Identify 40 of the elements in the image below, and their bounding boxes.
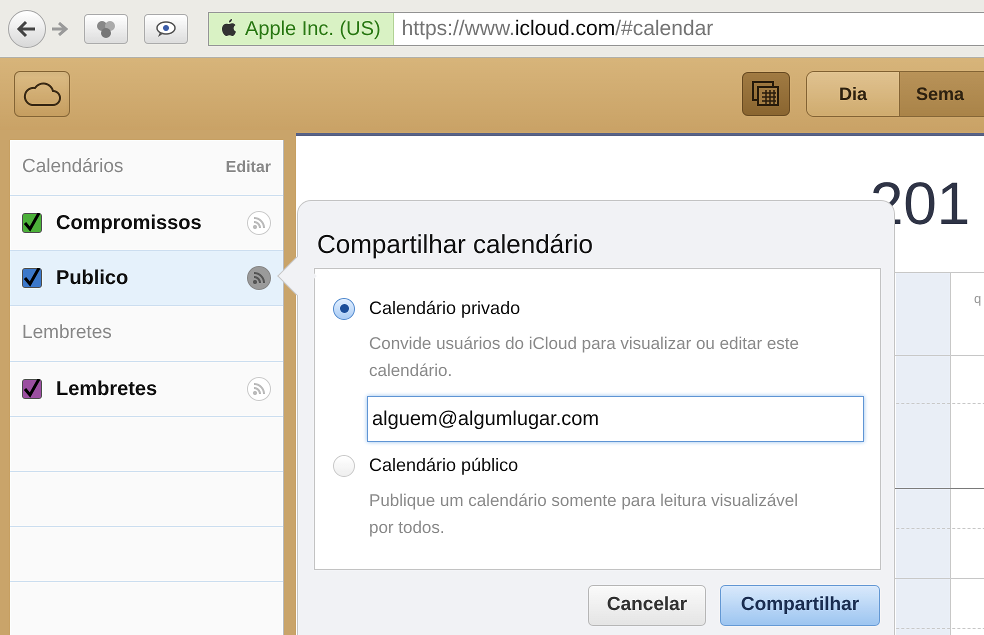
cancel-button[interactable]: Cancelar xyxy=(588,585,706,626)
view-tab[interactable]: Dia xyxy=(807,72,899,116)
icloud-button[interactable] xyxy=(14,71,70,117)
view-tab[interactable]: Sema xyxy=(899,72,984,116)
checkmark-icon xyxy=(23,379,41,399)
calendars-icon xyxy=(752,81,780,107)
share-button[interactable]: Compartilhar xyxy=(720,585,880,626)
speech-bubble-icon xyxy=(155,20,177,38)
section-title: Calendários xyxy=(22,155,124,180)
broadcast-icon xyxy=(252,382,266,396)
back-arrow-icon xyxy=(17,20,37,38)
checkmark-icon xyxy=(23,268,41,288)
checkbox[interactable] xyxy=(22,268,42,288)
popover-title: Compartilhar calendário xyxy=(317,228,594,261)
extensions-button[interactable] xyxy=(84,14,128,44)
checkbox[interactable] xyxy=(22,379,42,399)
calendar-name: Lembretes xyxy=(56,377,158,402)
calendar-name: Publico xyxy=(56,266,130,291)
chat-button[interactable] xyxy=(144,14,188,44)
column-header: q xyxy=(974,290,982,308)
broadcast-icon xyxy=(252,216,266,230)
option-description: Publique um calendário somente para leitura visualizável por todos. xyxy=(369,490,800,539)
option-description: Convide usuários do iCloud para visualizar ou editar este calendário. xyxy=(369,333,800,382)
option-label: Calendário privado xyxy=(369,297,520,320)
cloud-icon xyxy=(23,81,61,107)
section-title: Lembretes xyxy=(22,321,112,346)
share-button[interactable] xyxy=(247,266,271,290)
broadcast-icon xyxy=(252,271,266,285)
calendar-list-button[interactable] xyxy=(742,72,790,116)
circles-icon xyxy=(96,20,116,38)
radio-button[interactable] xyxy=(333,454,355,476)
radio-button[interactable] xyxy=(333,298,355,320)
checkmark-icon xyxy=(23,213,41,233)
email-field[interactable]: alguem@algumlugar.com xyxy=(367,396,864,442)
calendar-name: Compromissos xyxy=(56,211,203,236)
option-label: Calendário público xyxy=(369,454,518,477)
calendar-item[interactable]: Lembretes xyxy=(10,362,283,417)
calendar-item[interactable]: Publico xyxy=(10,251,283,306)
back-button[interactable] xyxy=(8,10,46,48)
checkbox[interactable] xyxy=(22,213,42,233)
